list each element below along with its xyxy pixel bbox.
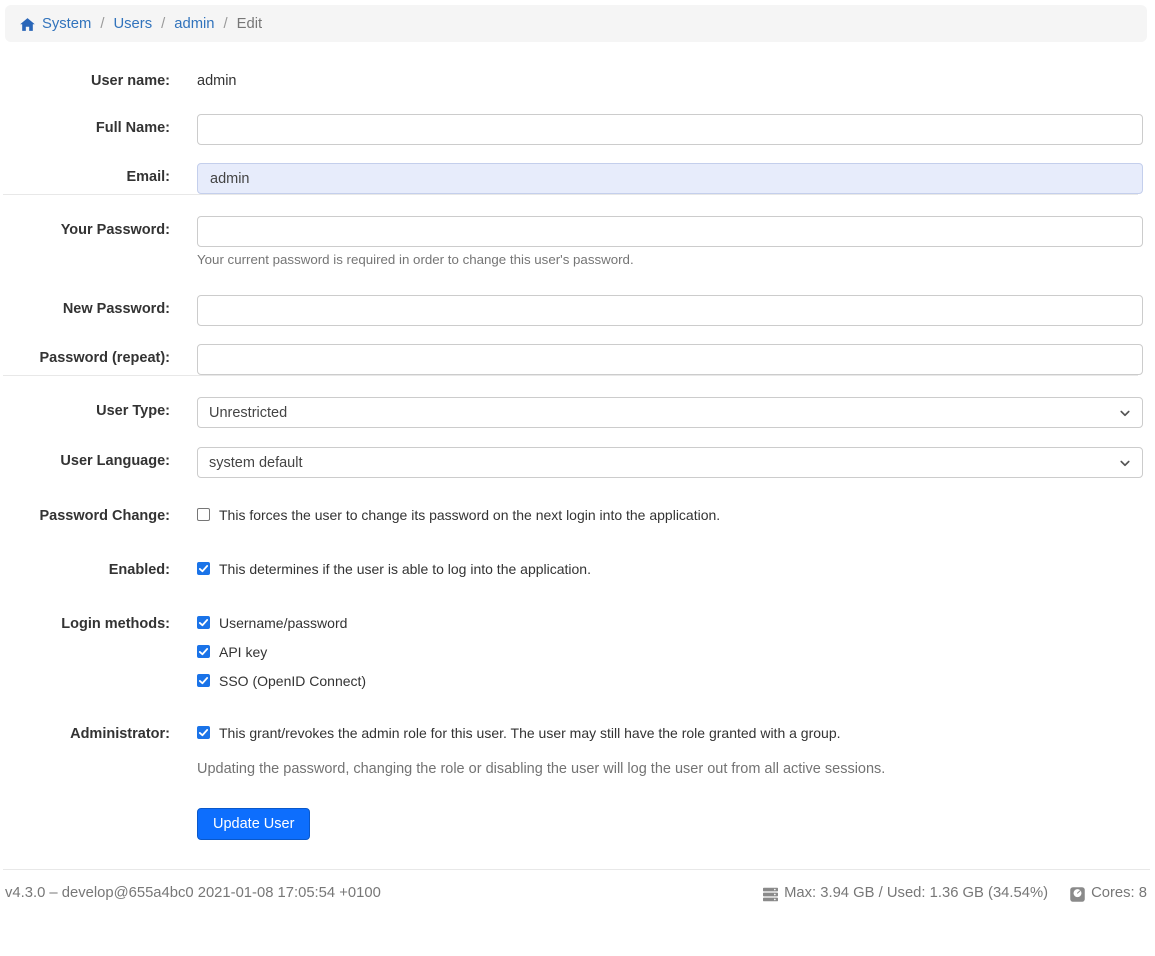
enabled-label: Enabled: bbox=[0, 561, 170, 579]
session-logout-note: Updating the password, changing the role… bbox=[197, 761, 1143, 778]
login-method-sso-row[interactable]: SSO (OpenID Connect) bbox=[197, 673, 1143, 689]
your-password-input[interactable] bbox=[197, 216, 1143, 247]
login-method-api-key-row[interactable]: API key bbox=[197, 644, 1143, 660]
memory-server-icon bbox=[763, 887, 778, 902]
password-change-checkbox[interactable] bbox=[197, 508, 210, 521]
breadcrumb-link-system[interactable]: System bbox=[42, 16, 91, 32]
footer: v4.3.0 – develop@655a4bc0 2021-01-08 17:… bbox=[0, 869, 1155, 921]
password-change-checkbox-row[interactable]: This forces the user to change its passw… bbox=[197, 507, 1143, 523]
user-language-label: User Language: bbox=[0, 447, 170, 470]
login-method-username-password-row[interactable]: Username/password bbox=[197, 615, 1143, 631]
administrator-checkbox[interactable] bbox=[197, 726, 210, 739]
version-info: v4.3.0 – develop@655a4bc0 2021-01-08 17:… bbox=[5, 885, 381, 901]
login-method-sso-checkbox[interactable] bbox=[197, 674, 210, 687]
new-password-label: New Password: bbox=[0, 295, 170, 318]
administrator-checkbox-row[interactable]: This grant/revokes the admin role for th… bbox=[197, 725, 1143, 741]
email-field[interactable] bbox=[197, 163, 1143, 194]
full-name-input[interactable] bbox=[197, 114, 1143, 145]
chevron-down-icon bbox=[1119, 457, 1131, 469]
password-change-checkbox-label: This forces the user to change its passw… bbox=[219, 507, 720, 523]
home-icon[interactable] bbox=[20, 17, 35, 32]
cores-count: Cores: 8 bbox=[1091, 885, 1147, 901]
login-method-username-password-label: Username/password bbox=[219, 615, 347, 631]
administrator-label: Administrator: bbox=[0, 725, 170, 743]
breadcrumb-link-admin[interactable]: admin bbox=[174, 16, 214, 32]
login-method-username-password-checkbox[interactable] bbox=[197, 616, 210, 629]
user-name-label: User name: bbox=[0, 72, 170, 90]
user-language-select[interactable]: system default bbox=[197, 447, 1143, 478]
login-method-api-key-label: API key bbox=[219, 644, 267, 660]
password-repeat-label: Password (repeat): bbox=[0, 344, 170, 367]
your-password-help: Your current password is required in ord… bbox=[197, 252, 1143, 267]
enabled-checkbox-label: This determines if the user is able to l… bbox=[219, 561, 591, 577]
enabled-checkbox-row[interactable]: This determines if the user is able to l… bbox=[197, 561, 1143, 577]
user-language-selected-value: system default bbox=[209, 455, 303, 471]
password-change-label: Password Change: bbox=[0, 507, 170, 525]
user-type-label: User Type: bbox=[0, 397, 170, 420]
your-password-label: Your Password: bbox=[0, 216, 170, 239]
memory-usage: Max: 3.94 GB / Used: 1.36 GB (34.54%) bbox=[784, 885, 1048, 901]
password-repeat-input[interactable] bbox=[197, 344, 1143, 375]
user-name-value: admin bbox=[197, 72, 1143, 90]
breadcrumb-separator: / bbox=[224, 16, 228, 32]
section-divider bbox=[3, 375, 1138, 376]
login-methods-label: Login methods: bbox=[0, 615, 170, 633]
new-password-input[interactable] bbox=[197, 295, 1143, 326]
section-divider bbox=[3, 194, 1138, 195]
enabled-checkbox[interactable] bbox=[197, 562, 210, 575]
breadcrumb-current-edit: Edit bbox=[237, 16, 263, 32]
login-method-api-key-checkbox[interactable] bbox=[197, 645, 210, 658]
user-edit-form: User name: admin Full Name: Email: Your … bbox=[0, 72, 1155, 840]
breadcrumb-link-users[interactable]: Users bbox=[113, 16, 152, 32]
login-method-sso-label: SSO (OpenID Connect) bbox=[219, 673, 366, 689]
breadcrumb-separator: / bbox=[161, 16, 165, 32]
user-type-selected-value: Unrestricted bbox=[209, 405, 287, 421]
chevron-down-icon bbox=[1119, 407, 1131, 419]
full-name-label: Full Name: bbox=[0, 114, 170, 137]
user-type-select[interactable]: Unrestricted bbox=[197, 397, 1143, 428]
breadcrumb-separator: / bbox=[100, 16, 104, 32]
breadcrumb: System / Users / admin / Edit bbox=[5, 5, 1147, 42]
update-user-button[interactable]: Update User bbox=[197, 808, 310, 840]
email-label: Email: bbox=[0, 163, 170, 186]
administrator-checkbox-label: This grant/revokes the admin role for th… bbox=[219, 725, 841, 741]
cores-gauge-icon bbox=[1070, 887, 1085, 902]
